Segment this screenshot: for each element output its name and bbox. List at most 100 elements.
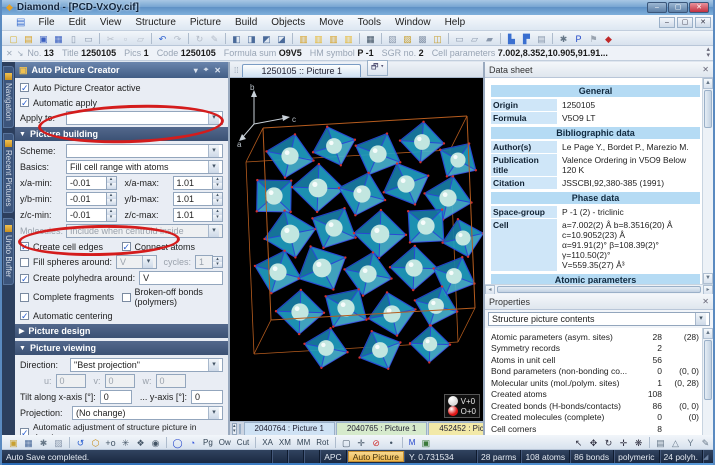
apply-icon[interactable]: ✎ bbox=[207, 32, 222, 45]
apc-pin-icon[interactable]: ⌖ bbox=[201, 65, 212, 75]
side-tab-undo-buffer[interactable]: Undo Buffer bbox=[3, 218, 14, 285]
chevron-down-icon[interactable]: ▾ bbox=[208, 112, 219, 124]
measure-icon[interactable]: ✎ bbox=[698, 436, 713, 449]
range-min-field-1[interactable]: -0.01 bbox=[66, 192, 107, 206]
goto-record-icon[interactable]: ↘ bbox=[17, 49, 24, 58]
redo-icon[interactable]: ↷ bbox=[170, 32, 185, 45]
xm-button[interactable]: XM bbox=[276, 436, 294, 449]
projection-combo[interactable]: (No change) ▾ bbox=[72, 406, 223, 420]
apc-active-checkbox[interactable] bbox=[20, 83, 29, 92]
frame-icon[interactable]: ▣ bbox=[418, 436, 433, 449]
chevron-down-icon[interactable]: ▾ bbox=[695, 313, 706, 325]
export-structure-icon[interactable]: ▥ bbox=[326, 32, 341, 45]
powder-icon[interactable]: ◆ bbox=[601, 32, 616, 45]
link-icon[interactable]: • bbox=[384, 436, 399, 449]
paste-icon[interactable]: ▱ bbox=[133, 32, 148, 45]
chevron-down-icon[interactable]: ▾ bbox=[208, 359, 219, 371]
close-button[interactable]: ✕ bbox=[689, 2, 709, 13]
spinner[interactable]: ▴ ▾ bbox=[106, 176, 117, 190]
chart1-icon[interactable]: ▙ bbox=[504, 32, 519, 45]
menu-help[interactable]: Help bbox=[438, 16, 473, 29]
tilt-y-field[interactable]: 0 bbox=[190, 390, 223, 404]
circle-select-icon[interactable]: ◯ bbox=[170, 436, 185, 449]
new-window-icon[interactable]: 🗗 ▾ bbox=[367, 60, 388, 76]
fill-spheres-checkbox[interactable] bbox=[20, 257, 29, 267]
range-max-field-2[interactable]: 1.01 bbox=[172, 208, 213, 222]
view-split-icon[interactable]: ◩ bbox=[259, 32, 274, 45]
menu-tools[interactable]: Tools bbox=[351, 16, 388, 29]
cell-edges-checkbox[interactable] bbox=[20, 242, 29, 251]
spinner[interactable]: ▴ ▾ bbox=[106, 192, 117, 206]
basics-combo[interactable]: Fill cell range with atoms ▾ bbox=[66, 160, 223, 174]
save-icon[interactable]: ▣ bbox=[36, 32, 51, 45]
spinner[interactable]: ▴ ▾ bbox=[213, 192, 223, 206]
menu-structure[interactable]: Structure bbox=[128, 16, 183, 29]
minimize-button[interactable]: – bbox=[647, 2, 667, 13]
cluster-icon[interactable]: ❖ bbox=[133, 436, 148, 449]
menu-view[interactable]: View bbox=[93, 16, 129, 29]
frame3-icon[interactable]: ▰ bbox=[482, 32, 497, 45]
scheme-combo[interactable]: ▾ bbox=[66, 144, 223, 158]
auto-adjust-checkbox[interactable] bbox=[20, 427, 29, 435]
tab-list-icon[interactable] bbox=[238, 423, 241, 434]
broken-bonds-checkbox[interactable] bbox=[121, 292, 131, 302]
properties-header[interactable]: Properties ✕ bbox=[485, 294, 713, 310]
spinner[interactable]: ▴ ▾ bbox=[213, 176, 223, 190]
ow-button[interactable]: Ow bbox=[216, 436, 234, 449]
polyhedra-checkbox[interactable] bbox=[20, 273, 29, 283]
wrench-icon[interactable]: ✱ bbox=[556, 32, 571, 45]
frame1-icon[interactable]: ▭ bbox=[452, 32, 467, 45]
page-preview-icon[interactable]: ▯ bbox=[66, 32, 81, 45]
menu-objects[interactable]: Objects bbox=[264, 16, 312, 29]
data-sheet-hscrollbar[interactable]: ◂ ▸ bbox=[485, 284, 713, 295]
cell-box-icon[interactable]: ▢ bbox=[339, 436, 354, 449]
angle-icon[interactable]: △ bbox=[668, 436, 683, 449]
flag-icon[interactable]: ⚑ bbox=[586, 32, 601, 45]
apc-close-icon[interactable]: ✕ bbox=[211, 66, 224, 75]
auto-apply-checkbox[interactable] bbox=[20, 98, 29, 107]
print-icon[interactable]: ▭ bbox=[81, 32, 96, 45]
save-all-icon[interactable]: ▦ bbox=[51, 32, 66, 45]
grid-view-icon[interactable]: ▦ bbox=[363, 32, 378, 45]
mdi-minimize-button[interactable]: – bbox=[659, 17, 675, 28]
range-min-field-2[interactable]: -0.01 bbox=[66, 208, 107, 222]
view-full-icon[interactable]: ◪ bbox=[274, 32, 289, 45]
spinner[interactable]: ▴ ▾ bbox=[106, 208, 117, 222]
apc-title-bar[interactable]: ▣ Auto Picture Creator ▾ ⌖ ✕ bbox=[15, 62, 228, 78]
record-spinner[interactable]: ▴ ▾ bbox=[706, 46, 713, 59]
apply-to-combo[interactable]: ▾ bbox=[66, 111, 223, 125]
m-button[interactable]: M bbox=[406, 436, 419, 449]
cut-button[interactable]: Cut bbox=[234, 436, 252, 449]
refresh-icon[interactable]: ↻ bbox=[192, 32, 207, 45]
spin-mode-icon[interactable]: ❋ bbox=[631, 436, 646, 449]
layout-icon[interactable]: ▩ bbox=[415, 32, 430, 45]
view-data-icon[interactable]: ◨ bbox=[244, 32, 259, 45]
side-tab-navigation[interactable]: Navigation bbox=[3, 66, 14, 128]
connect-atoms-checkbox[interactable] bbox=[121, 242, 131, 251]
properties-icon[interactable]: P bbox=[571, 32, 586, 45]
title-bar[interactable]: ◆ Diamond - [PCD-VxOy.cif] – ▢ ✕ bbox=[2, 0, 713, 15]
chevron-down-icon[interactable]: ▾ bbox=[208, 407, 219, 419]
undo-view-icon[interactable]: ↺ bbox=[73, 436, 88, 449]
picture-tab-1[interactable]: 2040765 : Picture 1 bbox=[335, 422, 428, 435]
duplicate-picture-icon[interactable]: ▨ bbox=[400, 32, 415, 45]
close-icon[interactable]: ✕ bbox=[702, 65, 709, 74]
connect-icon[interactable]: ✳ bbox=[118, 436, 133, 449]
add-atom-icon[interactable]: +o bbox=[103, 436, 118, 449]
splitter-grip-icon[interactable]: ⁞⁞ bbox=[234, 66, 238, 75]
frame2-icon[interactable]: ▱ bbox=[467, 32, 482, 45]
packing-icon[interactable]: ◉ bbox=[148, 436, 163, 449]
menu-move[interactable]: Move bbox=[312, 16, 350, 29]
rot-button[interactable]: Rot bbox=[313, 436, 331, 449]
molecule-icon[interactable]: ⬡ bbox=[88, 436, 103, 449]
menu-picture[interactable]: Picture bbox=[183, 16, 228, 29]
properties-vscrollbar[interactable]: ▲▼ bbox=[702, 328, 713, 446]
resize-grip[interactable]: ◢ bbox=[703, 453, 713, 461]
chart2-icon[interactable]: ▛ bbox=[519, 32, 534, 45]
range-max-field-1[interactable]: 1.01 bbox=[172, 192, 213, 206]
cut-icon[interactable]: ✂ bbox=[103, 32, 118, 45]
undo-icon[interactable]: ↶ bbox=[155, 32, 170, 45]
select-mode-icon[interactable]: ↖ bbox=[571, 436, 586, 449]
menu-edit[interactable]: Edit bbox=[62, 16, 93, 29]
rotate-mode-icon[interactable]: ↻ bbox=[601, 436, 616, 449]
